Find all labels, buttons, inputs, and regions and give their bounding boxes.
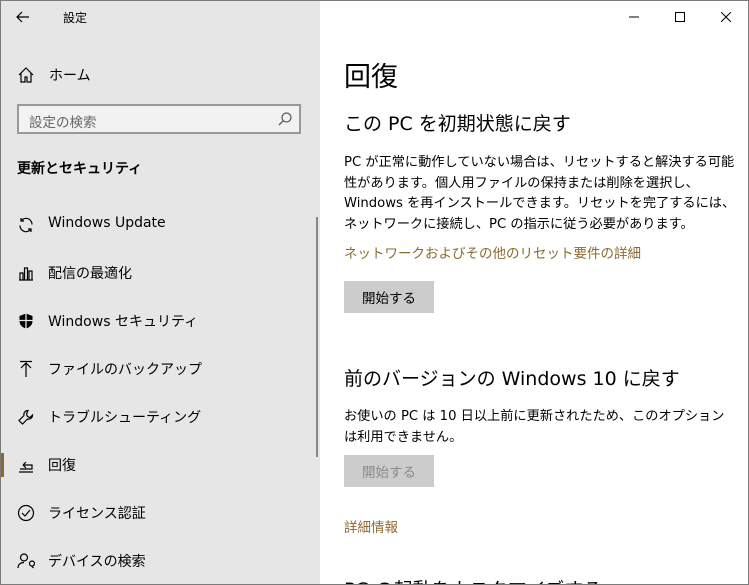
rollback-start-button[interactable]: 開始する xyxy=(344,455,434,487)
selection-indicator xyxy=(1,453,4,477)
main-content: 回復 この PC を初期状態に戻す PC が正常に動作していない場合は、リセット… xyxy=(320,1,748,584)
maximize-icon xyxy=(675,12,685,22)
sidebar-item-backup[interactable]: ファイルのバックアップ xyxy=(1,345,320,393)
sidebar-item-activation[interactable]: ライセンス認証 xyxy=(1,489,320,537)
check-circle-icon xyxy=(17,504,35,522)
search-input[interactable]: 設定の検索 xyxy=(17,104,301,134)
app-title: 設定 xyxy=(63,11,88,25)
shield-icon xyxy=(19,313,33,329)
sidebar-item-label: デバイスの検索 xyxy=(48,554,146,570)
sidebar: 設定 ホーム 設定の検索 更新とセキュリティ Windows Update 配信… xyxy=(1,1,320,584)
sidebar-scrollbar[interactable] xyxy=(316,217,318,457)
sidebar-item-troubleshoot[interactable]: トラブルシューティング xyxy=(1,393,320,441)
search-placeholder: 設定の検索 xyxy=(29,115,97,131)
advanced-startup-heading: PC の起動をカスタマイズする xyxy=(344,575,602,584)
home-icon xyxy=(18,67,34,83)
recovery-icon xyxy=(19,461,33,473)
sidebar-item-windows-security[interactable]: Windows セキュリティ xyxy=(1,297,320,345)
rollback-more-info-link[interactable]: 詳細情報 xyxy=(344,516,398,536)
delivery-optimization-icon xyxy=(19,267,33,281)
sidebar-item-label: ファイルのバックアップ xyxy=(48,362,202,378)
back-button[interactable] xyxy=(11,7,35,27)
wrench-icon xyxy=(18,409,34,425)
back-arrow-icon xyxy=(16,11,29,23)
sidebar-item-find-device[interactable]: デバイスの検索 xyxy=(1,537,320,584)
backup-arrow-icon xyxy=(20,360,32,377)
settings-window: 設定 ホーム 設定の検索 更新とセキュリティ Windows Update 配信… xyxy=(0,0,749,585)
sidebar-item-label: トラブルシューティング xyxy=(48,410,202,426)
sidebar-item-label: ライセンス認証 xyxy=(48,506,146,522)
close-icon xyxy=(721,12,731,22)
search-icon xyxy=(278,112,292,126)
minimize-button[interactable] xyxy=(611,1,657,33)
sidebar-item-windows-update[interactable]: Windows Update xyxy=(1,201,320,249)
reset-heading: この PC を初期状態に戻す xyxy=(344,113,571,135)
reset-start-button[interactable]: 開始する xyxy=(344,281,434,313)
sidebar-item-label: 配信の最適化 xyxy=(48,266,132,282)
rollback-heading: 前のバージョンの Windows 10 に戻す xyxy=(344,368,680,390)
minimize-icon xyxy=(629,16,639,18)
section-title: 更新とセキュリティ xyxy=(17,161,143,177)
sidebar-item-label: Windows セキュリティ xyxy=(48,314,199,330)
page-title: 回復 xyxy=(344,62,398,93)
reset-requirements-link[interactable]: ネットワークおよびその他のリセット要件の詳細 xyxy=(344,242,641,262)
title-bar: 設定 xyxy=(1,1,320,33)
sidebar-item-recovery[interactable]: 回復 xyxy=(1,441,320,489)
sidebar-item-home[interactable]: ホーム xyxy=(1,59,320,89)
reset-description: PC が正常に動作していない場合は、リセットすると解決する可能性があります。個人… xyxy=(344,155,736,232)
refresh-icon xyxy=(19,217,33,233)
maximize-button[interactable] xyxy=(657,1,703,33)
sidebar-item-label: 回復 xyxy=(48,458,76,474)
person-search-icon xyxy=(17,553,35,569)
home-label: ホーム xyxy=(49,68,91,84)
sidebar-item-label: Windows Update xyxy=(48,215,166,231)
sidebar-item-delivery-optimization[interactable]: 配信の最適化 xyxy=(1,249,320,297)
rollback-description: お使いの PC は 10 日以上前に更新されたため、このオプションは利用できませ… xyxy=(344,409,725,445)
close-button[interactable] xyxy=(703,1,748,33)
